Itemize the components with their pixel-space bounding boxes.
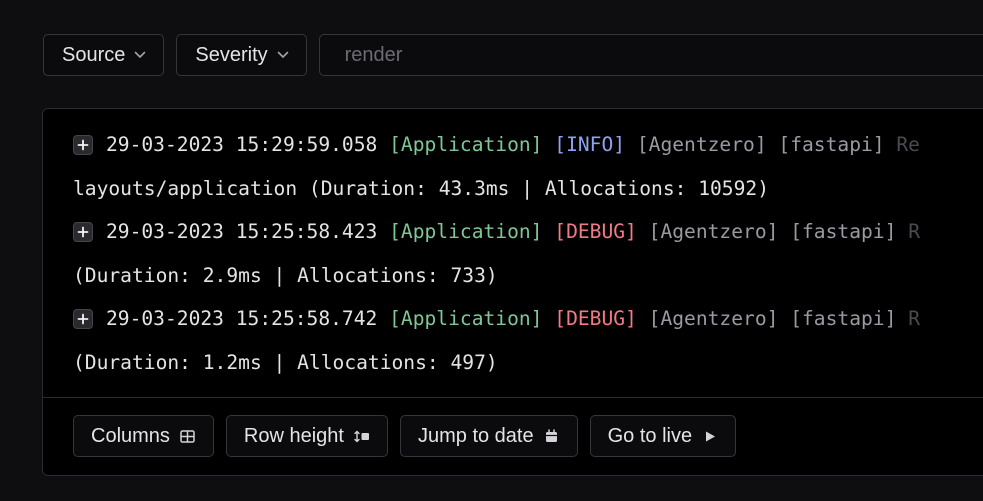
log-viewer: Source Severity 29-03-2023 15:29:59.058 [0, 0, 983, 501]
search-input[interactable] [342, 42, 983, 68]
row-height-icon [354, 428, 370, 444]
log-message: Re [896, 133, 920, 156]
go-to-live-button-label: Go to live [607, 424, 693, 447]
severity-dropdown-label: Severity [195, 43, 268, 66]
log-message: R [908, 220, 920, 243]
log-entry-header: 29-03-2023 15:25:58.742 [Application] [D… [73, 297, 983, 341]
source-dropdown[interactable]: Source [43, 34, 165, 76]
log-source: [Application] [389, 307, 543, 330]
log-panel: 29-03-2023 15:29:59.058 [Application] [I… [42, 108, 983, 476]
row-height-button[interactable]: Row height [225, 415, 388, 457]
play-icon [702, 428, 718, 444]
expand-icon[interactable] [73, 221, 93, 242]
log-entry-continuation: (Duration: 1.2ms | Allocations: 497) [73, 341, 983, 385]
log-list[interactable]: 29-03-2023 15:29:59.058 [Application] [I… [73, 123, 983, 384]
log-tag: [fastapi] [790, 220, 897, 243]
log-timestamp: 29-03-2023 15:25:58.742 [106, 307, 378, 330]
filter-bar: Source Severity [43, 34, 983, 78]
log-level: [INFO] [554, 133, 626, 156]
log-entry-header: 29-03-2023 15:25:58.423 [Application] [D… [73, 210, 983, 254]
jump-to-date-button-label: Jump to date [417, 424, 534, 447]
log-tag: [Agentzero] [648, 220, 779, 243]
log-message: R [908, 307, 920, 330]
search-box [318, 34, 983, 76]
log-message-continuation: (Duration: 2.9ms | Allocations: 733) [73, 263, 498, 287]
toolbar-buttons: Columns Row height Jump to date Go to li… [73, 415, 737, 457]
row-height-button-label: Row height [243, 424, 344, 447]
calendar-icon [544, 428, 560, 444]
log-entry-continuation: layouts/application (Duration: 43.3ms | … [73, 167, 983, 211]
jump-to-date-button[interactable]: Jump to date [399, 415, 578, 457]
log-level: [DEBUG] [554, 220, 637, 243]
log-tag: [Agentzero] [648, 307, 779, 330]
expand-icon[interactable] [73, 308, 93, 329]
columns-button-label: Columns [91, 424, 170, 447]
columns-button[interactable]: Columns [73, 415, 214, 457]
log-source: [Application] [389, 133, 543, 156]
log-toolbar: Columns Row height Jump to date Go to li… [43, 397, 983, 475]
log-tag: [fastapi] [778, 133, 885, 156]
expand-icon[interactable] [73, 134, 93, 155]
severity-dropdown[interactable]: Severity [176, 34, 307, 76]
log-message-continuation: layouts/application (Duration: 43.3ms | … [73, 176, 769, 200]
chevron-down-icon [134, 49, 146, 61]
log-source: [Application] [389, 220, 543, 243]
log-entry-header: 29-03-2023 15:29:59.058 [Application] [I… [73, 123, 983, 167]
log-level: [DEBUG] [554, 307, 637, 330]
source-dropdown-label: Source [62, 43, 126, 66]
log-tag: [Agentzero] [636, 133, 767, 156]
log-timestamp: 29-03-2023 15:25:58.423 [106, 220, 378, 243]
chevron-down-icon [277, 49, 289, 61]
columns-icon [180, 428, 196, 444]
log-message-continuation: (Duration: 1.2ms | Allocations: 497) [73, 350, 498, 374]
log-timestamp: 29-03-2023 15:29:59.058 [106, 133, 378, 156]
log-tag: [fastapi] [790, 307, 897, 330]
go-to-live-button[interactable]: Go to live [589, 415, 737, 457]
log-entry-continuation: (Duration: 2.9ms | Allocations: 733) [73, 254, 983, 298]
